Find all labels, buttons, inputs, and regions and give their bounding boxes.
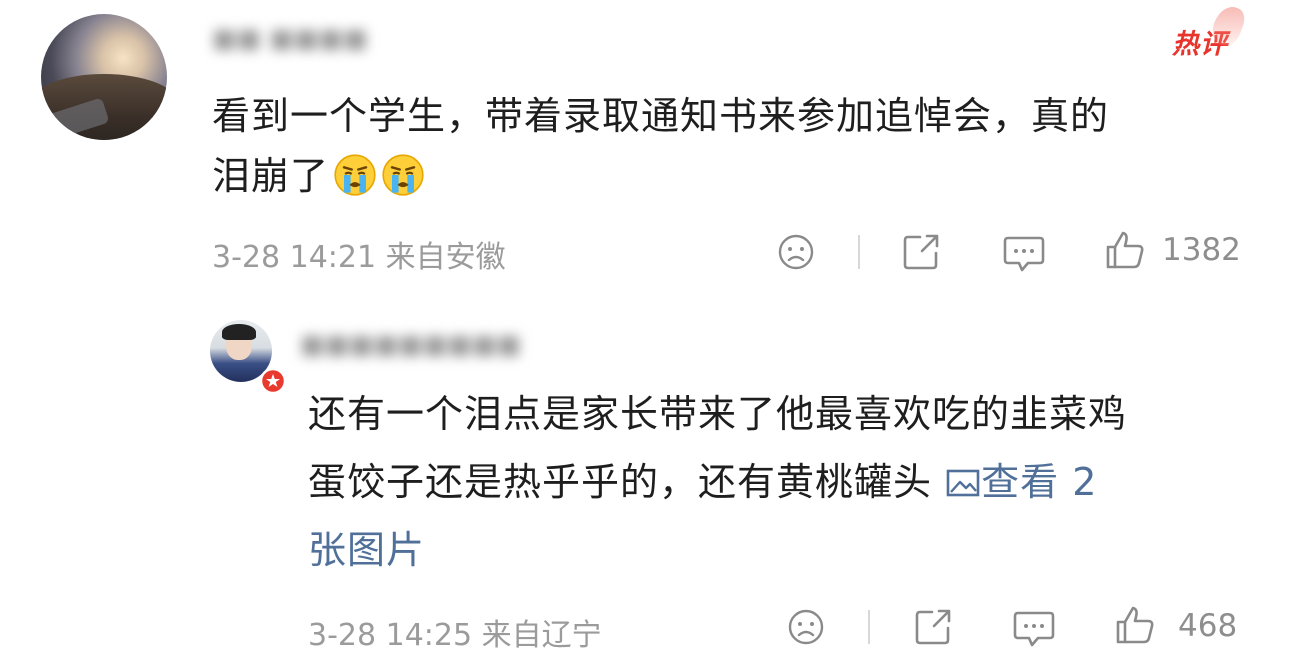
reply-meta: 3-28 14:25 来自辽宁: [308, 618, 602, 653]
reply-username-blurred[interactable]: ■■■■■■■■■: [300, 330, 521, 360]
thumbs-up-icon[interactable]: [1114, 604, 1156, 646]
like-count: 468: [1178, 608, 1238, 644]
crying-face-icon: [334, 154, 376, 196]
reply-text-line1: 还有一个泪点是家长带来了他最喜欢吃的韭菜鸡: [308, 392, 1128, 436]
view-images-label-part1[interactable]: 查看 2: [981, 460, 1097, 504]
comment-bubble-icon[interactable]: [1012, 607, 1056, 649]
thumbs-up-icon[interactable]: [1104, 229, 1146, 271]
comment-text: 看到一个学生，带着录取通知书来参加追悼会，真的 泪崩了: [212, 86, 1109, 206]
view-images-label-part2[interactable]: 张图片: [308, 520, 1258, 580]
action-divider: [858, 235, 860, 269]
crying-face-icon: [382, 154, 424, 196]
action-divider: [868, 610, 870, 644]
reply-text-line2: 蛋饺子还是热乎乎的，还有黄桃罐头: [308, 460, 933, 504]
commenter-avatar[interactable]: [41, 14, 167, 140]
like-count: 1382: [1162, 232, 1241, 268]
sad-face-icon[interactable]: [786, 607, 826, 647]
share-icon[interactable]: [900, 231, 942, 273]
view-images-link[interactable]: 查看 2: [945, 460, 1097, 504]
comment-bubble-icon[interactable]: [1002, 232, 1046, 274]
hot-comment-badge: 热评: [1172, 2, 1248, 61]
comment-text-line2: 泪崩了: [212, 154, 330, 198]
reply-text: 还有一个泪点是家长带来了他最喜欢吃的韭菜鸡 蛋饺子还是热乎乎的，还有黄桃罐头 查…: [308, 384, 1258, 580]
sad-face-icon[interactable]: [776, 232, 816, 272]
red-star-badge-icon: [259, 367, 287, 395]
comment-text-line1: 看到一个学生，带着录取通知书来参加追悼会，真的: [212, 94, 1110, 138]
share-icon[interactable]: [912, 606, 954, 648]
image-icon: [946, 469, 980, 497]
commenter-username-blurred[interactable]: ■■ ■■■■: [212, 24, 368, 54]
comment-meta: 3-28 14:21 来自安徽: [212, 240, 506, 275]
